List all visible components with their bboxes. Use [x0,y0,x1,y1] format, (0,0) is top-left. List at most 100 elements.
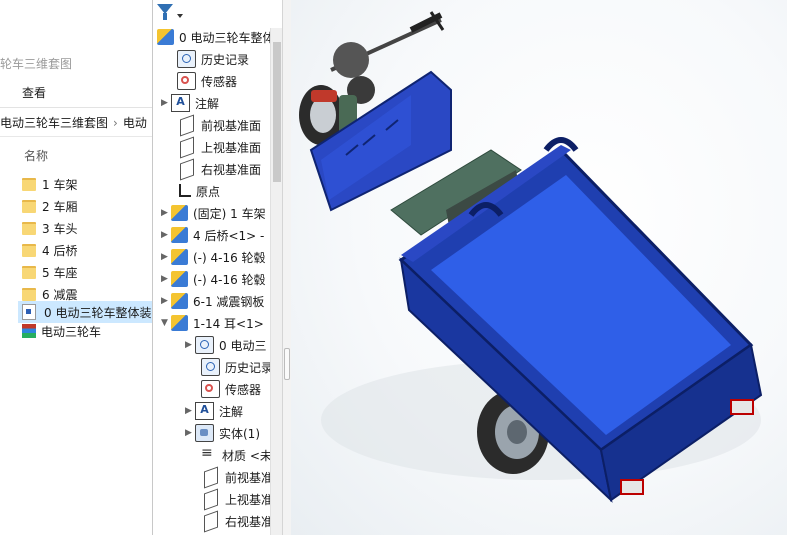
file-list-item[interactable]: 3 车头 [22,217,152,239]
tree-label: 上视基准面 [201,140,262,155]
expand-arrow-icon[interactable]: ▶ [161,98,171,108]
folder-icon [22,177,36,191]
column-header-name[interactable]: 名称 [24,147,48,164]
tree-subitem[interactable]: 材质 <未 [191,445,272,465]
tree-subitem[interactable]: ▶ A 注解 [185,401,243,421]
tree-item[interactable]: ▶ 6-1 减震钢板 [161,291,264,311]
tree-item[interactable]: 原点 [167,181,220,201]
breadcrumb-item[interactable]: 电动 [123,116,147,130]
breadcrumb[interactable]: 电动三轮车三维套图 › 电动 [0,114,147,131]
tree-item-expanded[interactable]: ▼ 1-14 耳<1> [161,313,264,333]
file-list-item[interactable]: 2 车厢 [22,195,152,217]
tree-label: 4 后桥<1> - [193,228,265,243]
folder-icon [22,221,36,235]
folder-icon [22,199,36,213]
plane-icon [180,135,194,159]
expand-arrow-icon[interactable]: ▶ [161,274,171,284]
tree-label: 右视基准面 [201,162,262,177]
tree-item[interactable]: ▶ (-) 4-16 轮毂 [161,269,266,289]
tree-label: 1-14 耳<1> [193,316,264,331]
expand-arrow-icon[interactable]: ▶ [185,428,195,438]
file-list-item[interactable]: 4 后桥 [22,239,152,261]
expand-arrow-icon[interactable]: ▶ [185,406,195,416]
tree-subitem[interactable]: 上视基准 [191,487,274,511]
tree-item[interactable]: 前视基准面 [167,113,262,137]
breadcrumb-separator-icon: › [113,116,118,130]
tree-label: 注解 [195,96,220,111]
assembly-icon [157,29,174,45]
tree-subitem[interactable]: 历史记录 [191,357,273,377]
annotation-icon: A [195,402,214,420]
plane-icon [180,113,194,137]
archive-icon [22,324,36,338]
file-name: 4 后桥 [42,243,78,258]
filter-icon-stem [163,13,167,20]
window-title: 轮车三维套图 [0,57,73,71]
tree-label: 0 电动三 [219,338,267,353]
tree-item[interactable]: 传感器 [167,71,237,91]
material-icon [201,445,217,462]
filter-button[interactable] [157,4,185,24]
expand-arrow-icon[interactable]: ▶ [185,340,195,350]
tree-item[interactable]: ▶ A 注解 [161,93,219,113]
tree-label: 前视基准面 [201,118,262,133]
tree-item[interactable]: 上视基准面 [167,135,262,159]
history-icon [177,50,196,68]
tree-label: 历史记录 [225,360,274,375]
tree-item[interactable]: 右视基准面 [167,157,262,181]
collapse-arrow-icon[interactable]: ▼ [161,318,171,328]
splitter-grip-icon[interactable] [284,348,290,380]
tree-label: 上视基准 [225,492,274,507]
ribbon-tab-view[interactable]: 查看 [22,84,46,101]
file-name: 电动三轮车 [41,324,102,339]
origin-icon [177,184,191,198]
tricycle-model [299,11,763,503]
tree-label: 传感器 [201,74,238,89]
plane-icon [204,509,218,533]
expand-arrow-icon[interactable]: ▶ [161,208,171,218]
breadcrumb-item[interactable]: 电动三轮车三维套图 [0,116,108,130]
annotation-icon: A [171,94,190,112]
expand-arrow-icon[interactable]: ▶ [161,252,171,262]
part-icon [171,249,188,265]
file-list-item[interactable]: 电动三轮车 [22,320,152,342]
file-list-item[interactable]: 1 车架 [22,173,152,195]
part-icon [171,315,188,331]
part-icon [171,293,188,309]
tree-label: 注解 [219,404,244,419]
tree-root[interactable]: 0 电动三轮车整体 [157,27,274,47]
tree-item[interactable]: 历史记录 [167,49,249,69]
file-name: 2 车厢 [42,199,78,214]
tree-label: 传感器 [225,382,262,397]
expand-arrow-icon[interactable]: ▶ [161,296,171,306]
file-name: 5 车座 [42,265,78,280]
tree-item[interactable]: ▶ (固定) 1 车架 [161,203,266,223]
folder-icon [22,287,36,301]
graphics-viewport[interactable] [291,0,787,535]
tree-label: 原点 [196,184,221,199]
file-list-item[interactable]: 5 车座 [22,261,152,283]
tree-label: 6-1 减震钢板 [193,294,265,309]
scrollbar-thumb[interactable] [273,42,281,182]
tree-subitem[interactable]: 右视基准 [191,509,274,533]
tree-item[interactable]: ▶ (-) 4-16 轮毂 [161,247,266,267]
history-icon [195,336,214,354]
tree-subitem[interactable]: ▶ 0 电动三 [185,335,266,355]
solid-body-icon [195,424,214,442]
part-icon [171,271,188,287]
feature-manager-tree: 0 电动三轮车整体 历史记录 传感器 ▶ A 注解 前视基准面 上视基准面 右视基准… [152,0,283,535]
file-name: 1 车架 [42,177,78,192]
tree-label: 右视基准 [225,514,274,529]
tree-label: 材质 <未 [222,448,272,463]
tree-subitem[interactable]: 传感器 [191,379,261,399]
sensor-icon [201,380,220,398]
tree-subitem[interactable]: 前视基准 [191,465,273,489]
tree-subitem[interactable]: ▶ 实体(1) [185,423,260,443]
folder-icon [22,265,36,279]
assembly-file-icon [22,304,36,320]
plane-icon [204,487,218,511]
plane-icon [204,465,218,489]
tree-label: (-) 4-16 轮毂 [193,272,266,287]
expand-arrow-icon[interactable]: ▶ [161,230,171,240]
tree-item[interactable]: ▶ 4 后桥<1> - [161,225,264,245]
